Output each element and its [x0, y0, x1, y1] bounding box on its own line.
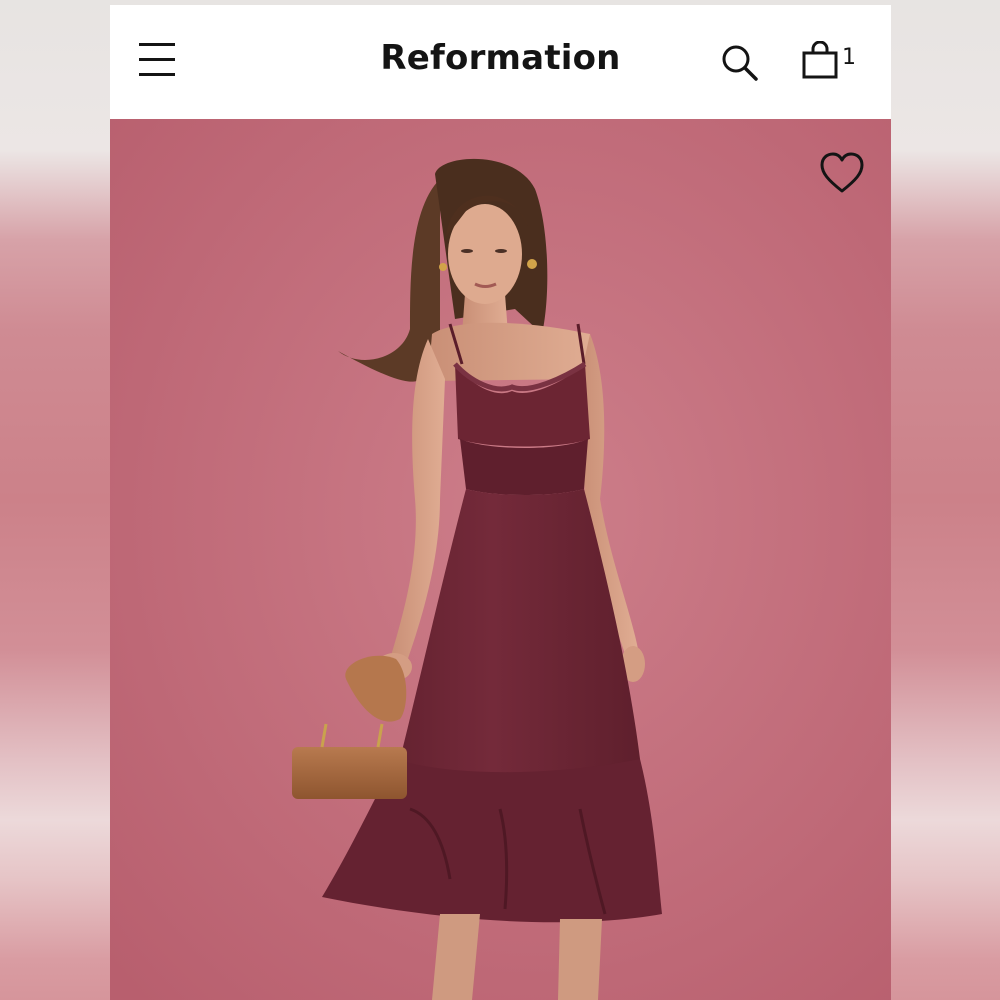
- mobile-screen: Reformation 1: [110, 5, 891, 1000]
- search-button[interactable]: [720, 43, 760, 83]
- product-photo: [110, 119, 891, 1000]
- search-icon: [722, 45, 758, 81]
- brand-logo[interactable]: Reformation: [110, 38, 891, 78]
- shopping-bag-icon: [802, 40, 838, 79]
- add-to-wishlist-button[interactable]: [818, 151, 866, 195]
- heart-icon: [820, 152, 864, 193]
- product-image[interactable]: [110, 119, 891, 1000]
- bag-count-badge: 1: [842, 45, 856, 70]
- top-navigation-bar: Reformation 1: [110, 5, 891, 119]
- shopping-bag-button[interactable]: 1: [802, 40, 864, 81]
